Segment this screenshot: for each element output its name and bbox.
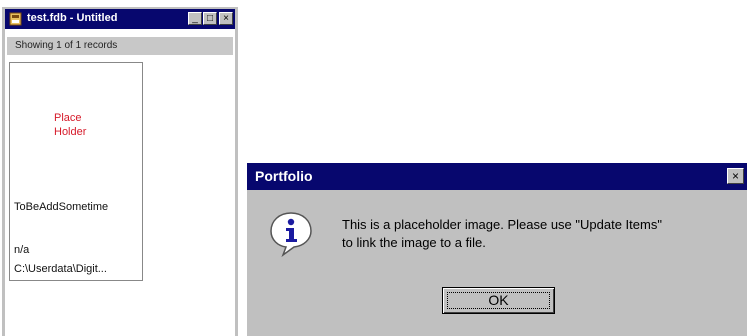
message-line-1: This is a placeholder image. Please use … (342, 217, 662, 232)
dialog-message: This is a placeholder image. Please use … (342, 216, 662, 252)
portfolio-dialog: Portfolio × This is a placeholder image.… (247, 163, 747, 336)
close-button[interactable]: × (219, 12, 233, 25)
record-card[interactable]: Place Holder ToBeAddSometime n/a C:\User… (9, 62, 143, 281)
placeholder-image-text: Place Holder (54, 112, 87, 138)
dialog-close-button[interactable]: × (727, 168, 744, 184)
maximize-button[interactable]: □ (203, 12, 217, 25)
ok-button[interactable]: OK (442, 287, 555, 314)
record-field-note: ToBeAddSometime (14, 201, 109, 213)
window-titlebar[interactable]: test.fdb - Untitled _ □ × (5, 7, 235, 29)
record-status: Showing 1 of 1 records (7, 37, 233, 55)
message-line-2: to link the image to a file. (342, 235, 486, 250)
minimize-button[interactable]: _ (188, 12, 202, 25)
dialog-title: Portfolio (255, 168, 313, 184)
dialog-titlebar[interactable]: Portfolio × (247, 163, 747, 190)
record-field-path: C:\Userdata\Digit... (14, 263, 107, 275)
focus-rect (447, 292, 550, 309)
database-window: test.fdb - Untitled _ □ × Showing 1 of 1… (2, 7, 238, 336)
app-icon (9, 12, 22, 26)
window-title: test.fdb - Untitled (27, 12, 118, 24)
record-field-value: n/a (14, 244, 30, 256)
info-icon (270, 212, 312, 257)
